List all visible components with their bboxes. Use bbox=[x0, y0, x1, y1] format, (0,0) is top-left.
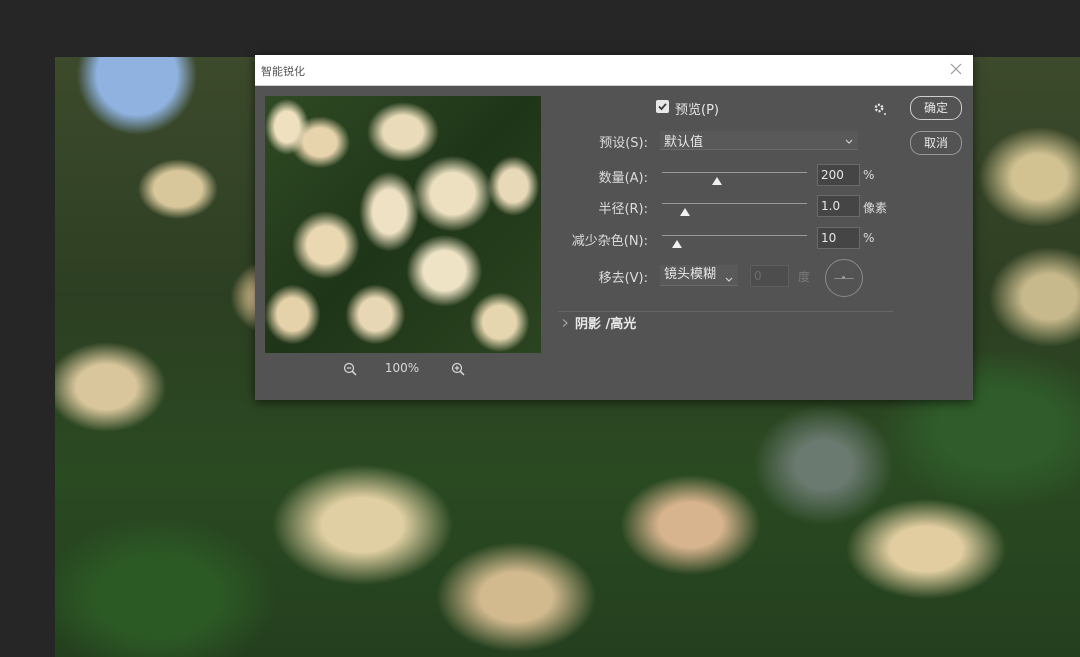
dialog-title: 智能锐化 bbox=[261, 65, 305, 78]
preview-label[interactable]: 预览(P) bbox=[675, 99, 719, 118]
amount-input[interactable]: 200 bbox=[817, 164, 860, 186]
section-label: 阴影 /高光 bbox=[575, 317, 637, 332]
section-divider bbox=[558, 311, 893, 312]
radius-slider-thumb[interactable] bbox=[680, 208, 691, 216]
close-icon[interactable] bbox=[949, 61, 963, 75]
angle-dial-center bbox=[842, 276, 845, 279]
noise-slider-thumb[interactable] bbox=[671, 240, 682, 248]
remove-select[interactable]: 镜头模糊 bbox=[660, 265, 738, 286]
chevron-down-icon bbox=[844, 135, 854, 150]
checkmark-icon bbox=[658, 103, 667, 111]
amount-label: 数量(A): bbox=[598, 171, 648, 186]
angle-unit: 度 bbox=[798, 270, 811, 284]
angle-dial[interactable] bbox=[825, 259, 863, 297]
smart-sharpen-dialog: 智能锐化 100% 预览(P) 确定 取消 预设(S): 默认值 数量(A): … bbox=[255, 55, 973, 400]
chevron-down-icon bbox=[724, 271, 734, 291]
gear-icon[interactable] bbox=[872, 101, 890, 117]
preview-image[interactable] bbox=[265, 96, 541, 353]
amount-unit: % bbox=[863, 168, 875, 182]
chevron-right-icon bbox=[561, 317, 571, 332]
ok-button[interactable]: 确定 bbox=[910, 96, 962, 120]
cancel-button[interactable]: 取消 bbox=[910, 131, 962, 155]
noise-label: 减少杂色(N): bbox=[571, 234, 648, 249]
dialog-titlebar[interactable]: 智能锐化 bbox=[255, 55, 973, 86]
radius-label: 半径(R): bbox=[598, 202, 648, 217]
angle-input[interactable]: 0 bbox=[750, 265, 789, 287]
preset-label: 预设(S): bbox=[599, 136, 648, 151]
remove-label: 移去(V): bbox=[598, 271, 648, 286]
preset-select[interactable]: 默认值 bbox=[660, 131, 858, 150]
zoom-level: 100% bbox=[384, 361, 420, 375]
radius-input[interactable]: 1.0 bbox=[817, 195, 860, 217]
preset-value: 默认值 bbox=[664, 135, 704, 150]
noise-unit: % bbox=[863, 231, 875, 245]
noise-input[interactable]: 10 bbox=[817, 227, 860, 249]
zoom-in-icon[interactable] bbox=[451, 361, 465, 376]
amount-slider-thumb[interactable] bbox=[712, 177, 723, 185]
remove-value: 镜头模糊 bbox=[664, 267, 717, 282]
zoom-out-icon[interactable] bbox=[343, 361, 357, 376]
preview-checkbox[interactable] bbox=[656, 100, 669, 113]
radius-unit: 像素 bbox=[863, 201, 888, 215]
noise-slider[interactable] bbox=[662, 235, 807, 236]
shadows-highlights-section[interactable]: 阴影 /高光 bbox=[561, 313, 636, 332]
amount-slider[interactable] bbox=[662, 172, 807, 173]
radius-slider[interactable] bbox=[662, 203, 807, 204]
